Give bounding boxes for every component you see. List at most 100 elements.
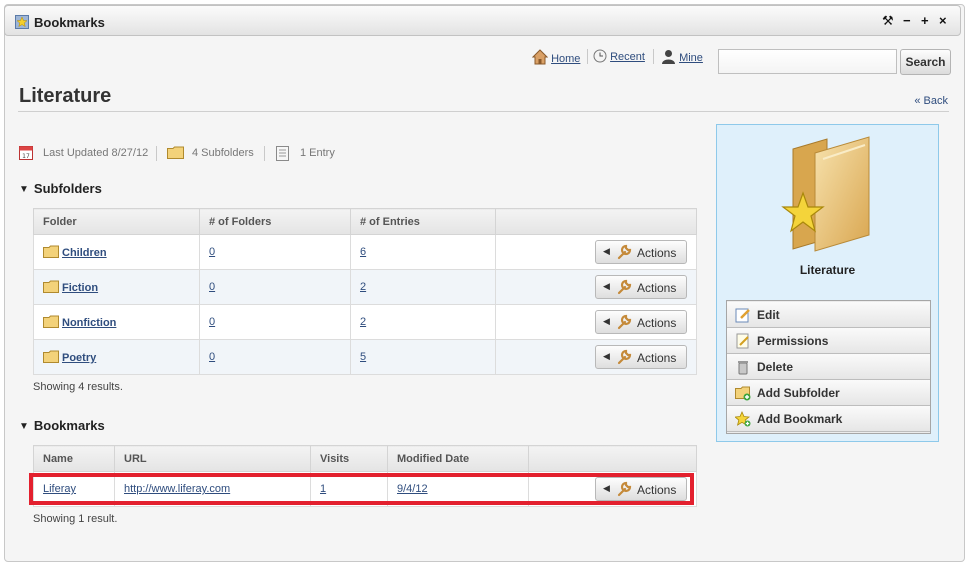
menu-arrow-icon: ◀ bbox=[603, 281, 610, 291]
entry-count-link[interactable]: 5 bbox=[360, 351, 366, 363]
delete-menu-item[interactable]: Delete bbox=[727, 354, 930, 380]
meta-divider bbox=[156, 146, 157, 161]
actions-button[interactable]: ◀ Actions bbox=[595, 240, 687, 264]
portlet-title: Bookmarks bbox=[34, 15, 105, 30]
entry-count-link[interactable]: 2 bbox=[360, 281, 366, 293]
column-header[interactable]: Folder bbox=[33, 208, 200, 235]
table-header-row: Folder # of Folders # of Entries bbox=[33, 208, 697, 235]
folder-link[interactable]: Poetry bbox=[62, 352, 96, 364]
column-header[interactable]: Visits bbox=[310, 445, 388, 472]
actions-button[interactable]: ◀ Actions bbox=[595, 345, 687, 369]
meta-divider bbox=[264, 146, 265, 161]
edit-menu-item[interactable]: Edit bbox=[727, 302, 930, 328]
folder-count-link[interactable]: 0 bbox=[209, 351, 215, 363]
user-icon bbox=[662, 50, 675, 64]
wrench-icon bbox=[617, 314, 632, 330]
bookmarks-result-count: Showing 1 result. bbox=[33, 513, 118, 525]
nav-mine[interactable]: Mine bbox=[661, 49, 703, 65]
column-header[interactable]: Modified Date bbox=[387, 445, 529, 472]
column-header[interactable]: # of Folders bbox=[199, 208, 351, 235]
folder-count-link[interactable]: 0 bbox=[209, 246, 215, 258]
edit-icon bbox=[735, 308, 750, 323]
title-divider bbox=[18, 111, 949, 112]
folder-count-link[interactable]: 0 bbox=[209, 281, 215, 293]
maximize-icon[interactable]: + bbox=[921, 14, 929, 28]
subfolders-result-count: Showing 4 results. bbox=[33, 381, 123, 393]
table-row: Poetry 0 5 ◀ Actions bbox=[33, 339, 697, 375]
actions-label: Actions bbox=[637, 246, 677, 260]
panel-folder-title: Literature bbox=[799, 263, 856, 277]
actions-label: Actions bbox=[637, 351, 677, 365]
table-row: Fiction 0 2 ◀ Actions bbox=[33, 269, 697, 305]
entry-count: 1 Entry bbox=[300, 147, 335, 159]
nav-divider bbox=[653, 49, 654, 64]
document-icon bbox=[276, 146, 289, 161]
menu-arrow-icon: ◀ bbox=[603, 351, 610, 361]
add-bookmark-menu-item[interactable]: Add Bookmark bbox=[727, 406, 930, 432]
entry-count-link[interactable]: 6 bbox=[360, 246, 366, 258]
wrench-icon bbox=[617, 349, 632, 365]
column-header[interactable]: URL bbox=[114, 445, 311, 472]
actions-button[interactable]: ◀ Actions bbox=[595, 310, 687, 334]
nav-divider bbox=[587, 49, 588, 64]
folder-icon bbox=[43, 245, 59, 258]
nav-home[interactable]: Home bbox=[531, 49, 580, 65]
add-subfolder-menu-item[interactable]: Add Subfolder bbox=[727, 380, 930, 406]
table-row: Children 0 6 ◀ Actions bbox=[33, 234, 697, 270]
table-row: Nonfiction 0 2 ◀ Actions bbox=[33, 304, 697, 340]
folder-link[interactable]: Children bbox=[62, 247, 107, 259]
menu-arrow-icon: ◀ bbox=[603, 246, 610, 256]
column-header bbox=[528, 445, 697, 472]
actions-label: Actions bbox=[637, 281, 677, 295]
bookmarks-heading: Bookmarks bbox=[33, 418, 105, 433]
subfolder-count: 4 Subfolders bbox=[192, 147, 254, 159]
back-link[interactable]: « Back bbox=[914, 95, 948, 107]
collapse-arrow-icon: ▼ bbox=[19, 421, 29, 432]
calendar-icon: 17 bbox=[19, 146, 33, 160]
collapse-arrow-icon: ▼ bbox=[19, 184, 29, 195]
table-header-row: Name URL Visits Modified Date bbox=[33, 445, 697, 472]
folder-icon bbox=[43, 280, 59, 293]
actions-button[interactable]: ◀ Actions bbox=[595, 275, 687, 299]
entry-count-link[interactable]: 2 bbox=[360, 316, 366, 328]
column-header[interactable]: # of Entries bbox=[350, 208, 496, 235]
folder-link[interactable]: Nonfiction bbox=[62, 317, 116, 329]
portlet-titlebar: Bookmarks ⚒ − + × bbox=[4, 5, 961, 36]
mine-link[interactable]: Mine bbox=[679, 52, 703, 64]
menu-arrow-icon: ◀ bbox=[603, 316, 610, 326]
home-link[interactable]: Home bbox=[551, 53, 580, 65]
trash-icon bbox=[738, 361, 748, 375]
column-header bbox=[495, 208, 697, 235]
permissions-menu-item[interactable]: Permissions bbox=[727, 328, 930, 354]
search-input[interactable] bbox=[718, 49, 897, 74]
last-updated: Last Updated 8/27/12 bbox=[43, 147, 149, 159]
add-folder-icon bbox=[735, 386, 751, 401]
highlight-box bbox=[29, 473, 694, 505]
folder-count-link[interactable]: 0 bbox=[209, 316, 215, 328]
permissions-icon bbox=[736, 333, 749, 349]
folder-icon bbox=[43, 350, 59, 363]
subfolders-table: Folder # of Folders # of Entries Childre… bbox=[33, 208, 697, 375]
recent-link[interactable]: Recent bbox=[610, 51, 645, 63]
wrench-icon[interactable]: ⚒ bbox=[882, 14, 894, 28]
home-icon bbox=[531, 49, 549, 65]
wrench-icon bbox=[617, 279, 632, 295]
bookmarks-toggle[interactable]: ▼ Bookmarks bbox=[19, 418, 105, 433]
close-icon[interactable]: × bbox=[939, 14, 947, 28]
actions-label: Actions bbox=[637, 316, 677, 330]
bookmarks-star-icon bbox=[15, 15, 29, 29]
svg-text:17: 17 bbox=[22, 153, 30, 160]
large-folder-icon bbox=[781, 136, 870, 252]
subfolders-toggle[interactable]: ▼ Subfolders bbox=[19, 181, 102, 196]
nav-recent[interactable]: Recent bbox=[593, 49, 645, 65]
column-header[interactable]: Name bbox=[33, 445, 115, 472]
folder-details-panel: Literature Edit Permissions Delete Add S… bbox=[716, 124, 939, 442]
search-button[interactable]: Search bbox=[900, 49, 951, 75]
add-bookmark-icon bbox=[735, 411, 751, 427]
minimize-icon[interactable]: − bbox=[903, 14, 911, 28]
folder-icon bbox=[43, 315, 59, 328]
clock-icon bbox=[593, 49, 607, 63]
page-title: Literature bbox=[19, 85, 112, 107]
folder-action-menu: Edit Permissions Delete Add Subfolder Ad… bbox=[726, 300, 931, 434]
folder-link[interactable]: Fiction bbox=[62, 282, 98, 294]
